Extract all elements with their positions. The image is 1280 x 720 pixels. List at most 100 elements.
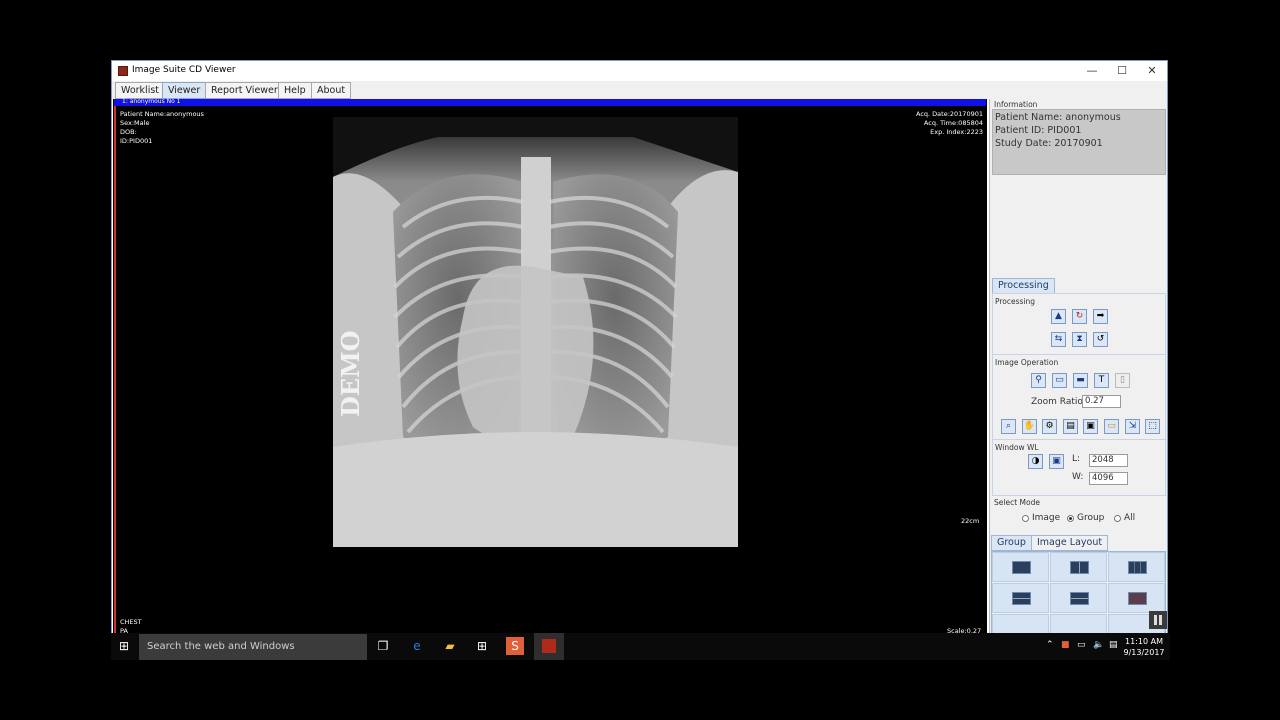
image-suite-taskbar-icon[interactable] [534, 633, 564, 660]
info-patient-id: Patient ID: PID001 [995, 125, 1082, 136]
overlay-top-right: Acq. Date:20170901 Acq. Time:085804 Exp.… [893, 110, 983, 137]
video-pause-button[interactable] [1149, 611, 1167, 629]
overlay-exp-index: Exp. Index:2223 [930, 128, 983, 136]
layout-custom-icon [1128, 592, 1147, 605]
overlay-top-left: Patient Name:anonymous Sex:Male DOB: ID:… [120, 110, 204, 146]
viewer-header: 1: anonymous No 1 [114, 98, 986, 106]
monitor-preset-icon[interactable]: ▣ [1049, 454, 1064, 469]
layout-grid [991, 551, 1166, 639]
layout-1x2-icon [1070, 561, 1089, 574]
overlay-sex: Sex:Male [120, 119, 150, 127]
windows-start-icon[interactable]: ⊞ [115, 637, 133, 655]
magnifier-icon[interactable]: ⌕ [1001, 419, 1016, 434]
zoom-ratio-label: Zoom Ratio [1031, 397, 1083, 407]
viewer-header-label: 1: anonymous No 1 [122, 98, 181, 105]
scale-mark: 22cm [961, 517, 980, 525]
radio-image-label[interactable]: Image [1032, 513, 1060, 523]
menu-help[interactable]: Help [278, 82, 312, 99]
menu-bar: Worklist Viewer Report Viewer Help About [112, 81, 1167, 99]
layout-2x3[interactable] [1050, 583, 1107, 613]
radio-group-label[interactable]: Group [1077, 513, 1104, 523]
processing-tools: ▲ ↻ ➡ ⇆ ⧗ ↺ [993, 304, 1165, 355]
overlay-acq-date: Acq. Date:20170901 [916, 110, 983, 118]
zoom-ratio-input[interactable]: 0.27 [1082, 395, 1121, 408]
width-input[interactable]: 4096 [1089, 472, 1128, 485]
rotate-icon[interactable]: ↻ [1072, 309, 1087, 324]
layout-1x3-icon [1128, 561, 1147, 574]
tab-image-layout[interactable]: Image Layout [1031, 535, 1109, 551]
layout-2x2[interactable] [992, 583, 1049, 613]
layout-1x3[interactable] [1108, 552, 1165, 582]
layout-2x2-icon [1012, 592, 1031, 605]
overlay-acq-time: Acq. Time:085804 [923, 119, 983, 127]
app-icon [118, 66, 128, 76]
pause-bar-left [1154, 615, 1157, 625]
select-mode-group-label: Select Mode [994, 498, 1040, 507]
tab-group[interactable]: Group [991, 535, 1032, 551]
menu-worklist[interactable]: Worklist [115, 82, 166, 99]
fit-window-icon[interactable]: ▬ [1073, 373, 1088, 388]
settings-icon[interactable]: ⚙ [1042, 419, 1057, 434]
menu-report-viewer[interactable]: Report Viewer [205, 82, 284, 99]
minimize-button[interactable]: — [1078, 63, 1106, 79]
volume-icon[interactable]: 🔈 [1093, 640, 1104, 650]
app-pinned-icon[interactable]: S [506, 637, 524, 655]
info-study-date: Study Date: 20170901 [995, 138, 1103, 149]
file-explorer-icon[interactable]: ▰ [441, 637, 459, 655]
network-icon[interactable]: ▭ [1077, 640, 1086, 650]
level-input[interactable]: 2048 [1089, 454, 1128, 467]
search-placeholder: Search the web and Windows [147, 641, 295, 652]
overlay-patient-name: Patient Name:anonymous [120, 110, 204, 118]
radio-all-label[interactable]: All [1124, 513, 1135, 523]
zoom-icon[interactable]: ⚲ [1031, 373, 1046, 388]
viewer-selection-edge [114, 106, 116, 639]
xray-drawing: DEMO [333, 117, 738, 547]
layout-custom[interactable] [1108, 583, 1165, 613]
layout-1x1[interactable] [992, 552, 1049, 582]
overlay-id: ID:PID001 [120, 137, 153, 145]
menu-about[interactable]: About [311, 82, 352, 99]
window-title: Image Suite CD Viewer [132, 65, 236, 75]
contrast-icon[interactable]: ◑ [1028, 454, 1043, 469]
save-icon[interactable]: ▣ [1083, 419, 1098, 434]
action-center-icon[interactable]: ▤ [1109, 640, 1118, 650]
maximize-button[interactable]: ☐ [1108, 63, 1136, 79]
overlay-body-part: CHEST [120, 618, 142, 626]
store-icon[interactable]: ⊞ [473, 637, 491, 655]
export-icon[interactable]: ⇲ [1125, 419, 1140, 434]
xray-image[interactable]: DEMO [333, 117, 738, 547]
layout-1x2[interactable] [1050, 552, 1107, 582]
select-region-icon[interactable]: ⬚ [1145, 419, 1160, 434]
tray-app-icon[interactable]: ■ [1061, 640, 1070, 650]
radio-image[interactable] [1022, 515, 1029, 522]
edge-browser-icon[interactable]: e [408, 637, 426, 655]
tab-processing[interactable]: Processing [992, 278, 1055, 294]
clipboard-icon[interactable]: ▯ [1115, 373, 1130, 388]
pan-hand-icon[interactable]: ✋ [1022, 419, 1037, 434]
radio-all[interactable] [1114, 515, 1121, 522]
ruler-icon[interactable]: ▭ [1104, 419, 1119, 434]
layout-1x1-icon [1012, 561, 1031, 574]
pause-bar-right [1159, 615, 1162, 625]
clock-date: 9/13/2017 [1123, 648, 1165, 657]
overlay-dob: DOB: [120, 128, 137, 136]
task-view-icon[interactable]: ❐ [374, 637, 392, 655]
pointer-icon[interactable]: ▲ [1051, 309, 1066, 324]
image-viewport[interactable]: 1: anonymous No 1 Patient Name:anonymous… [113, 98, 987, 639]
reset-icon[interactable]: ↺ [1093, 332, 1108, 347]
menu-viewer[interactable]: Viewer [162, 82, 207, 99]
text-overlay-icon[interactable]: T [1094, 373, 1109, 388]
control-panel: Information Patient Name: anonymous Pati… [989, 99, 1167, 639]
invert-icon[interactable]: ⧗ [1072, 332, 1087, 347]
close-button[interactable]: ✕ [1138, 63, 1166, 79]
flip-icon[interactable]: ⇆ [1051, 332, 1066, 347]
clock[interactable]: 11:10 AM 9/13/2017 [1123, 636, 1165, 658]
arrow-right-icon[interactable]: ➡ [1093, 309, 1108, 324]
taskbar-search[interactable]: Search the web and Windows [139, 634, 367, 660]
report-icon[interactable]: ▤ [1063, 419, 1078, 434]
fit-width-icon[interactable]: ▭ [1052, 373, 1067, 388]
image-operation-group-label: Image Operation [995, 358, 1059, 367]
radio-group[interactable] [1067, 515, 1074, 522]
demo-watermark: DEMO [336, 330, 365, 417]
tray-chevron-icon[interactable]: ⌃ [1046, 640, 1054, 650]
